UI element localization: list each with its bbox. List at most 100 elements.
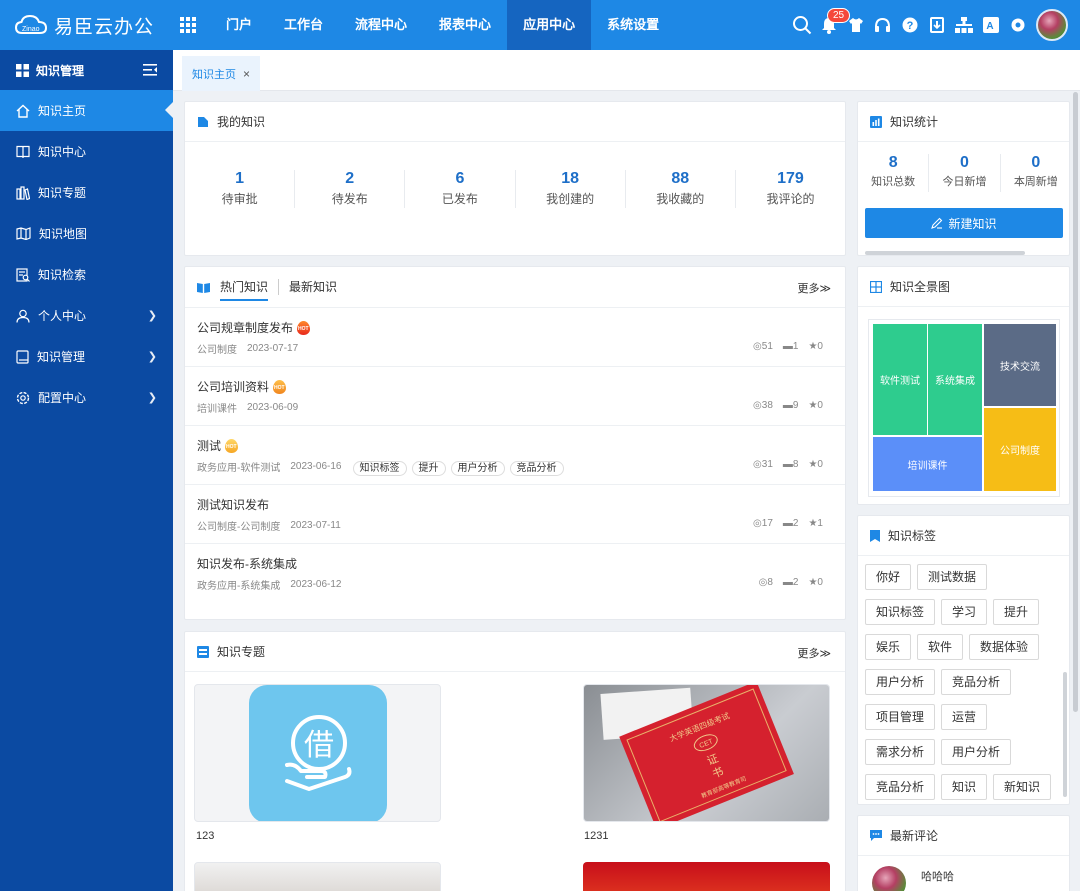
treemap-block-software-testing[interactable]: 软件测试 [872,323,928,436]
page-scrollbar[interactable] [1073,92,1078,712]
knowledge-list-item[interactable]: 公司培训资料 HOT 培训课件 2023-06-09 ◎38 ▬9 ★0 [185,366,845,425]
comment-user[interactable]: 哈哈哈 [921,868,954,884]
horizontal-scrollbar[interactable] [865,251,1025,255]
stat-favorited[interactable]: 88 我收藏的 [624,170,735,208]
svg-text:A: A [986,21,993,32]
nav-app-center[interactable]: 应用中心 [507,0,592,50]
knowledge-tag-chip[interactable]: 用户分析 [865,669,936,695]
tab-hot-knowledge[interactable]: 热门知识 [220,267,269,307]
latest-comments-card: 最新评论 哈哈哈 [857,815,1070,891]
knowledge-item-meta: 公司制度 2023-07-17 [197,341,298,356]
knowledge-list-item[interactable]: 测试 HOT 政务应用-软件测试 2023-06-16 知识标签 提升 用户分析 竞品分析 ◎3… [185,425,845,484]
knowledge-date: 2023-06-16 [290,461,342,472]
knowledge-item-title[interactable]: 测试 HOT [197,437,239,454]
new-knowledge-button[interactable]: 新建知识 [865,208,1063,238]
knowledge-tag-chip[interactable]: 娱乐 [865,634,912,660]
gear-icon[interactable] [1007,0,1028,50]
stat-pending-approval[interactable]: 1 待审批 [185,170,294,208]
map-icon [16,227,31,240]
stat-label: 我创建的 [546,192,595,206]
topic-card-partial[interactable] [194,862,441,891]
sidebar-item-knowledge-center[interactable]: 知识中心 [0,131,173,172]
nav-report-center[interactable]: 报表中心 [423,0,507,50]
knowledge-tag-chip[interactable]: 学习 [941,599,988,625]
knowledge-item-stats: ◎17 ▬2 ★1 [743,518,823,529]
comment-avatar[interactable] [872,866,906,891]
treemap-block-tech-exchange[interactable]: 技术交流 [983,323,1057,407]
knowledge-item-title[interactable]: 公司规章制度发布 HOT [197,319,311,336]
knowledge-tag[interactable]: 用户分析 [450,461,505,476]
stat-published[interactable]: 6 已发布 [404,170,514,208]
card-title: 知识专题 [217,645,266,659]
knowledge-tag-chip[interactable]: 用户分析 [941,739,1012,765]
knowledge-item-title[interactable]: 测试知识发布 [197,496,269,513]
topic-card-partial[interactable] [583,862,830,891]
tab-latest-knowledge[interactable]: 最新知识 [289,267,337,307]
sidebar-item-knowledge-topics[interactable]: 知识专题 [0,172,173,213]
sidebar-item-knowledge-home[interactable]: 知识主页 [0,90,173,131]
knowledge-tag-chip[interactable]: 测试数据 [917,564,988,590]
knowledge-item-title[interactable]: 知识发布-系统集成 [197,555,297,572]
view-count: ◎17 [753,518,773,529]
knowledge-tag[interactable]: 提升 [411,461,446,476]
nav-system-settings[interactable]: 系统设置 [591,0,675,50]
knowledge-tag-chip[interactable]: 新知识 [993,774,1052,800]
collapse-menu-icon[interactable] [143,64,157,76]
org-chart-icon[interactable] [953,0,974,50]
close-icon[interactable]: × [243,67,250,81]
knowledge-tag[interactable]: 竞品分析 [509,461,564,476]
headset-icon[interactable] [872,0,893,50]
knowledge-tag-chip[interactable]: 需求分析 [865,739,936,765]
knowledge-list-item[interactable]: 公司规章制度发布 HOT 公司制度 2023-07-17 ◎51 ▬1 ★0 [185,307,845,366]
treemap-block-system-integration[interactable]: 系统集成 [927,323,983,436]
knowledge-list-item[interactable]: 测试知识发布 公司制度-公司制度 2023-07-11 ◎17 ▬2 ★1 [185,484,845,543]
translate-icon[interactable]: A [980,0,1001,50]
knowledge-tag[interactable]: 知识标签 [352,461,407,476]
sidebar-item-label: 知识检索 [38,268,87,282]
topic-card[interactable]: 借 [194,684,441,822]
stat-pending-publish[interactable]: 2 待发布 [294,170,404,208]
knowledge-tag-chip[interactable]: 知识 [941,774,988,800]
more-link[interactable]: 更多≫ [797,645,831,661]
more-link[interactable]: 更多≫ [797,280,831,296]
sidebar-item-knowledge-search[interactable]: 知识检索 [0,254,173,295]
knowledge-title-text: 公司培训资料 [197,380,270,394]
knowledge-stats-card: 知识统计 8 知识总数 0 今日新增 0 本周新增 新建知识 [857,101,1070,256]
shirt-icon[interactable] [845,0,866,50]
knowledge-tag-chip[interactable]: 软件 [917,634,964,660]
sidebar-item-personal-center[interactable]: 个人中心 ❯ [0,295,173,336]
sidebar-item-config-center[interactable]: 配置中心 ❯ [0,377,173,418]
knowledge-tag-chip[interactable]: 你好 [865,564,912,590]
knowledge-list-item[interactable]: 知识发布-系统集成 政务应用-系统集成 2023-06-12 ◎8 ▬2 ★0 [185,543,845,602]
knowledge-tag-chip[interactable]: 数据体验 [969,634,1040,660]
knowledge-tag-chip[interactable]: 运营 [941,704,988,730]
knowledge-tags-card: 知识标签 你好 测试数据 知识标签 学习 提升 娱乐 软件 数据体验 用户分析 竞品分析 项目管理运… [857,515,1070,805]
nav-process-center[interactable]: 流程中心 [339,0,423,50]
knowledge-tag-chip[interactable]: 竞品分析 [865,774,936,800]
knowledge-tag-chip[interactable]: 知识标签 [865,599,936,625]
sidebar-item-knowledge-map[interactable]: 知识地图 [0,213,173,254]
help-icon[interactable]: ? [899,0,920,50]
apps-grid-icon[interactable] [180,17,196,33]
treemap-block-company-policy[interactable]: 公司制度 [983,407,1057,492]
stat-commented[interactable]: 179 我评论的 [734,170,845,208]
stat-created[interactable]: 18 我创建的 [514,170,625,208]
sidebar-item-knowledge-management[interactable]: 知识管理 ❯ [0,336,173,377]
nav-workbench[interactable]: 工作台 [268,0,339,50]
knowledge-item-meta: 政务应用-软件测试 2023-06-16 知识标签 提升 用户分析 竞品分析 [197,459,564,476]
search-icon[interactable] [791,0,812,50]
knowledge-tag-chip[interactable]: 竞品分析 [941,669,1012,695]
bell-icon[interactable]: 25 [818,0,851,50]
vertical-scrollbar[interactable] [1063,672,1067,797]
knowledge-tag-chip[interactable]: 提升 [993,599,1040,625]
brand[interactable]: Zinao 易臣云办公 [14,0,154,50]
topic-card[interactable]: 大学英语四级考试 CET 证 书 教育部高等教育司 [583,684,830,822]
tab-knowledge-home[interactable]: 知识主页 × [182,56,261,91]
nav-portal[interactable]: 门户 [210,0,268,50]
treemap-block-training[interactable]: 培训课件 [872,436,983,492]
download-icon[interactable] [926,0,947,50]
knowledge-item-title[interactable]: 公司培训资料 HOT [197,378,287,395]
user-avatar[interactable] [1036,9,1068,41]
knowledge-item-stats: ◎51 ▬1 ★0 [743,341,823,352]
knowledge-tag-chip[interactable]: 项目管理 [865,704,936,730]
